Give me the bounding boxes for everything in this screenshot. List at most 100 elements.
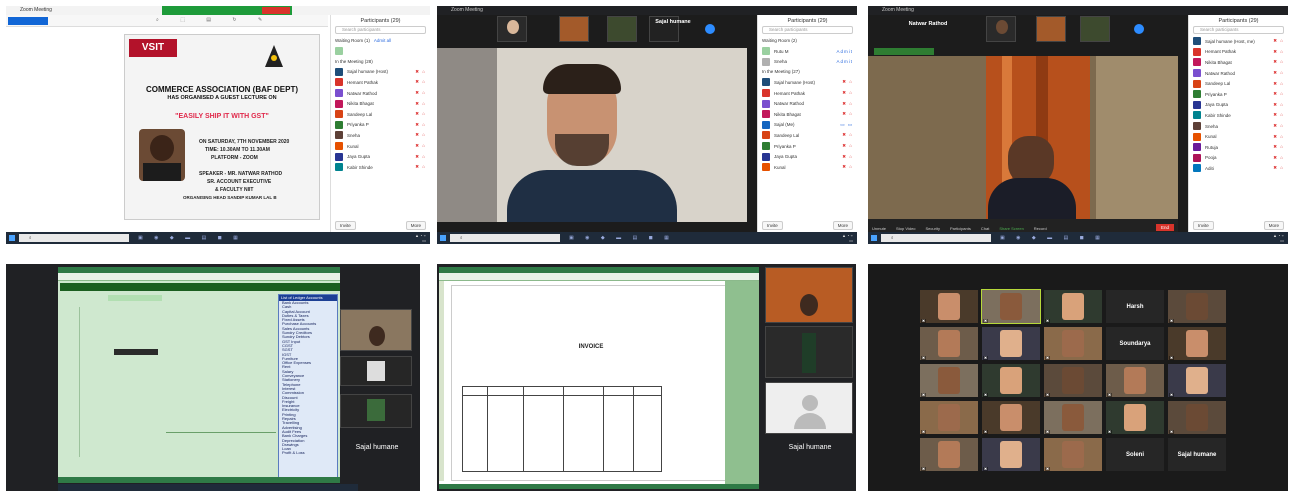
participant-video[interactable] bbox=[765, 267, 853, 323]
video-tile[interactable]: ✖ bbox=[982, 401, 1040, 434]
video-tile[interactable]: ✖ bbox=[1106, 401, 1164, 434]
invite-button[interactable]: Invite bbox=[335, 221, 356, 230]
video-tile[interactable]: ✖ bbox=[1044, 438, 1102, 471]
participant-row[interactable]: Nikita Bhagat ✖ ⌂ bbox=[1193, 57, 1284, 68]
video-thumbnail[interactable] bbox=[1080, 16, 1110, 42]
participant-video[interactable] bbox=[340, 394, 412, 428]
control-participants[interactable]: Participants bbox=[950, 226, 971, 231]
video-thumbnail[interactable] bbox=[497, 16, 527, 42]
taskbar-search[interactable]: ⌕ bbox=[19, 234, 129, 242]
name-only-tile[interactable]: Sajal humane bbox=[1168, 438, 1226, 471]
participant-row[interactable]: Kabir Shinde ✖ ⌂ bbox=[335, 162, 426, 173]
video-tile[interactable]: ✖ bbox=[1106, 364, 1164, 397]
participant-row[interactable]: Kunal ✖ ⌂ bbox=[1193, 131, 1284, 142]
participant-row[interactable]: Hemant Pathak ✖ ⌂ bbox=[335, 77, 426, 88]
video-tile[interactable]: ✖ bbox=[1168, 327, 1226, 360]
video-tile[interactable]: ✖ bbox=[920, 438, 978, 471]
video-tile[interactable]: ✖ bbox=[1168, 290, 1226, 323]
participant-row[interactable]: Hemant Pathak ✖ ⌂ bbox=[762, 88, 853, 99]
taskbar-app-icons[interactable]: ▣ ◉ ◆ ▬ ▤ ◼ ▦ bbox=[138, 235, 243, 241]
name-only-tile[interactable]: Soleni bbox=[1106, 438, 1164, 471]
participant-row[interactable]: Priyanka P ✖ ⌂ bbox=[1193, 89, 1284, 100]
video-tile[interactable]: ✖ bbox=[982, 438, 1040, 471]
participant-video[interactable] bbox=[765, 326, 853, 378]
video-thumbnail[interactable] bbox=[559, 16, 589, 42]
participant-row[interactable]: Sandeep Lal ✖ ⌂ bbox=[762, 130, 853, 141]
participant-row[interactable]: Aditi ✖ ⌂ bbox=[1193, 163, 1284, 174]
participant-row[interactable]: Nikita Bhagat ✖ ⌂ bbox=[335, 98, 426, 109]
participant-video[interactable] bbox=[765, 382, 853, 434]
tally-menu-bar[interactable] bbox=[58, 273, 340, 281]
search-input[interactable]: Search participants bbox=[762, 26, 853, 34]
participant-row[interactable]: Priyanka P ✖ ⌂ bbox=[335, 120, 426, 131]
video-thumbnail[interactable] bbox=[986, 16, 1016, 42]
video-tile[interactable]: ✖ bbox=[982, 327, 1040, 360]
participant-row[interactable]: Jaya Gupta ✖ ⌂ bbox=[335, 151, 426, 162]
more-button[interactable]: More bbox=[832, 221, 853, 230]
participant-row[interactable]: Sajal humane (Host) ✖ ⌂ bbox=[762, 77, 853, 88]
control-security[interactable]: Security bbox=[926, 226, 940, 231]
control-video[interactable]: Stop Video bbox=[896, 226, 916, 231]
start-icon[interactable] bbox=[440, 235, 446, 241]
stop-share-button[interactable] bbox=[262, 7, 290, 14]
video-tile[interactable]: ✖ bbox=[982, 364, 1040, 397]
participant-row[interactable]: Kabir Shinde ✖ ⌂ bbox=[1193, 110, 1284, 121]
video-tile[interactable]: ✖ bbox=[920, 364, 978, 397]
start-icon[interactable] bbox=[871, 235, 877, 241]
ledger-item[interactable]: Profit & Loss bbox=[279, 451, 337, 456]
taskbar-app-icons[interactable]: ▣ ◉ ◆ ▬ ▤ ◼ ▦ bbox=[569, 235, 674, 241]
participant-row[interactable]: Sandeep Lal ✖ ⌂ bbox=[335, 109, 426, 120]
tally-button-bar[interactable] bbox=[725, 281, 759, 487]
name-only-tile[interactable]: Harsh bbox=[1106, 290, 1164, 323]
control-chat[interactable]: Chat bbox=[981, 226, 989, 231]
participant-row[interactable]: Kunal ✖ ⌂ bbox=[762, 162, 853, 173]
video-tile[interactable]: ✖ bbox=[1044, 327, 1102, 360]
more-button[interactable]: More bbox=[1263, 221, 1284, 230]
taskbar-search[interactable]: ⌕ bbox=[881, 234, 991, 242]
waiting-row[interactable]: Sneha Admit bbox=[762, 57, 853, 68]
search-input[interactable]: Search participants bbox=[335, 26, 426, 34]
voucher-field[interactable] bbox=[108, 295, 162, 301]
participant-row[interactable]: Natwar Rathod ✖ ⌂ bbox=[1193, 68, 1284, 79]
participant-video[interactable] bbox=[340, 356, 412, 386]
control-record[interactable]: Record bbox=[1034, 226, 1047, 231]
participant-row[interactable]: Sneha ✖ ⌂ bbox=[1193, 121, 1284, 132]
start-icon[interactable] bbox=[9, 235, 15, 241]
ledger-list-dropdown[interactable]: List of Ledger Accounts Bank Accounts Cas… bbox=[278, 294, 338, 480]
invite-button[interactable]: Invite bbox=[762, 221, 783, 230]
new-button[interactable] bbox=[8, 17, 48, 25]
admit-all-link[interactable]: Admit all bbox=[374, 38, 391, 43]
video-tile[interactable]: ✖ bbox=[1044, 364, 1102, 397]
tally-menu-bar[interactable] bbox=[439, 273, 759, 281]
participant-row[interactable]: Sajal humane (Host) ✖ ⌂ bbox=[335, 67, 426, 78]
participant-row[interactable]: Sajal (Me) ▭ ▭ bbox=[762, 120, 853, 131]
video-tile[interactable]: ✖ bbox=[920, 401, 978, 434]
participant-row[interactable]: Sneha ✖ ⌂ bbox=[335, 130, 426, 141]
participant-row[interactable]: Kunal ✖ ⌂ bbox=[335, 141, 426, 152]
control-unmute[interactable]: Unmute bbox=[872, 226, 886, 231]
video-thumbnail[interactable] bbox=[1036, 16, 1066, 42]
toolbar-icons[interactable]: ⌕ ⬚ ▤ ↻ ✎ bbox=[156, 17, 272, 23]
video-tile[interactable]: ✖ bbox=[1168, 401, 1226, 434]
video-tile[interactable]: ✖ bbox=[1168, 364, 1226, 397]
participant-row[interactable]: Priyanka P ✖ ⌂ bbox=[762, 141, 853, 152]
waiting-row[interactable] bbox=[335, 46, 426, 57]
end-button[interactable]: End bbox=[1155, 224, 1174, 231]
participant-row[interactable]: Pooja ✖ ⌂ bbox=[1193, 153, 1284, 164]
video-tile[interactable]: ✖ bbox=[981, 289, 1041, 324]
participant-row[interactable]: Sandeep Lal ✖ ⌂ bbox=[1193, 78, 1284, 89]
participant-row[interactable]: Hemant Pathak ✖ ⌂ bbox=[1193, 47, 1284, 58]
control-share[interactable]: Share Screen bbox=[999, 226, 1023, 231]
video-tile[interactable]: ✖ bbox=[1044, 401, 1102, 434]
participant-row[interactable]: Natwar Rathod ✖ ⌂ bbox=[335, 88, 426, 99]
video-tile[interactable]: ✖ bbox=[1044, 290, 1102, 323]
participant-video[interactable] bbox=[340, 309, 412, 351]
video-thumbnail[interactable] bbox=[607, 16, 637, 42]
taskbar-app-icons[interactable]: ▣ ◉ ◆ ▬ ▤ ◼ ▦ bbox=[1000, 235, 1105, 241]
invite-button[interactable]: Invite bbox=[1193, 221, 1214, 230]
participant-row[interactable]: Jaya Gupta ✖ ⌂ bbox=[1193, 100, 1284, 111]
more-button[interactable]: More bbox=[405, 221, 426, 230]
name-only-tile[interactable]: Soundarya bbox=[1106, 327, 1164, 360]
taskbar-search[interactable]: ⌕ bbox=[450, 234, 560, 242]
waiting-row[interactable]: Rutu M Admit bbox=[762, 46, 853, 57]
